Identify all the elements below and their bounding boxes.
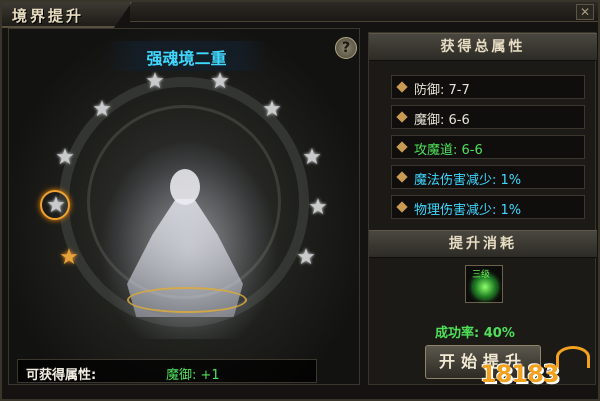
meditation-stage: 强魂境二重 ? ★ ★ ★ ★ ★ ★ ★ ★ ★ ★ 可获得属性: 魔御: +… <box>8 28 360 385</box>
realm-upgrade-window: ✕ 境界提升 强魂境二重 ? ★ ★ ★ ★ ★ ★ ★ ★ ★ ★ 可获得属性… <box>0 0 600 401</box>
watermark-text: 18183 <box>480 360 559 388</box>
attribute-text: 魔法伤害减少: 1% <box>414 173 522 188</box>
star-icon[interactable]: ★ <box>295 247 317 269</box>
site-watermark: 18183 <box>480 346 598 396</box>
diamond-bullet-icon <box>396 141 408 153</box>
window-top-bar: ✕ <box>130 2 598 22</box>
window-title: 境界提升 <box>12 7 85 25</box>
attribute-text: 物理伤害减少: 1% <box>414 203 522 218</box>
golden-base-ring <box>127 287 247 313</box>
gold-star-icon[interactable]: ★ <box>58 247 80 269</box>
star-icon[interactable]: ★ <box>45 195 67 217</box>
success-rate: 成功率: 40% <box>435 326 515 341</box>
close-icon[interactable]: ✕ <box>576 4 594 20</box>
attribute-row: 魔法伤害减少: 1% <box>391 165 585 189</box>
attribute-row: 魔御: 6-6 <box>391 105 585 129</box>
diamond-bullet-icon <box>396 111 408 123</box>
item-level-tag: 三级 <box>472 270 491 280</box>
star-icon[interactable]: ★ <box>261 99 283 121</box>
help-icon[interactable]: ? <box>335 37 357 59</box>
attribute-row: 攻魔道: 6-6 <box>391 135 585 159</box>
gain-label: 可获得属性: <box>26 368 97 383</box>
total-attributes-header: 获得总属性 <box>369 33 597 61</box>
right-panel: 获得总属性 防御: 7-7 魔御: 6-6 攻魔道: 6-6 魔法伤害减少: 1… <box>368 32 597 385</box>
attribute-text: 魔御: 6-6 <box>414 113 470 128</box>
attribute-row: 防御: 7-7 <box>391 75 585 99</box>
attribute-row: 物理伤害减少: 1% <box>391 195 585 219</box>
diamond-bullet-icon <box>396 81 408 93</box>
star-icon[interactable]: ★ <box>307 197 329 219</box>
star-icon[interactable]: ★ <box>209 71 231 93</box>
title-tab: 境界提升 <box>2 2 132 28</box>
attribute-text: 防御: 7-7 <box>414 83 470 98</box>
realm-name: 强魂境二重 <box>146 49 227 68</box>
sun-logo-icon <box>556 346 590 368</box>
star-icon[interactable]: ★ <box>301 147 323 169</box>
star-icon[interactable]: ★ <box>144 71 166 93</box>
upgrade-cost-header: 提升消耗 <box>369 230 597 258</box>
gain-value: 魔御: +1 <box>166 368 220 383</box>
star-icon[interactable]: ★ <box>54 147 76 169</box>
cost-item-slot[interactable]: 三级 <box>465 265 503 303</box>
attribute-text: 攻魔道: 6-6 <box>414 143 483 158</box>
diamond-bullet-icon <box>396 201 408 213</box>
gain-attribute-bar: 可获得属性: 魔御: +1 <box>17 359 317 383</box>
diamond-bullet-icon <box>396 171 408 183</box>
star-icon[interactable]: ★ <box>91 99 113 121</box>
